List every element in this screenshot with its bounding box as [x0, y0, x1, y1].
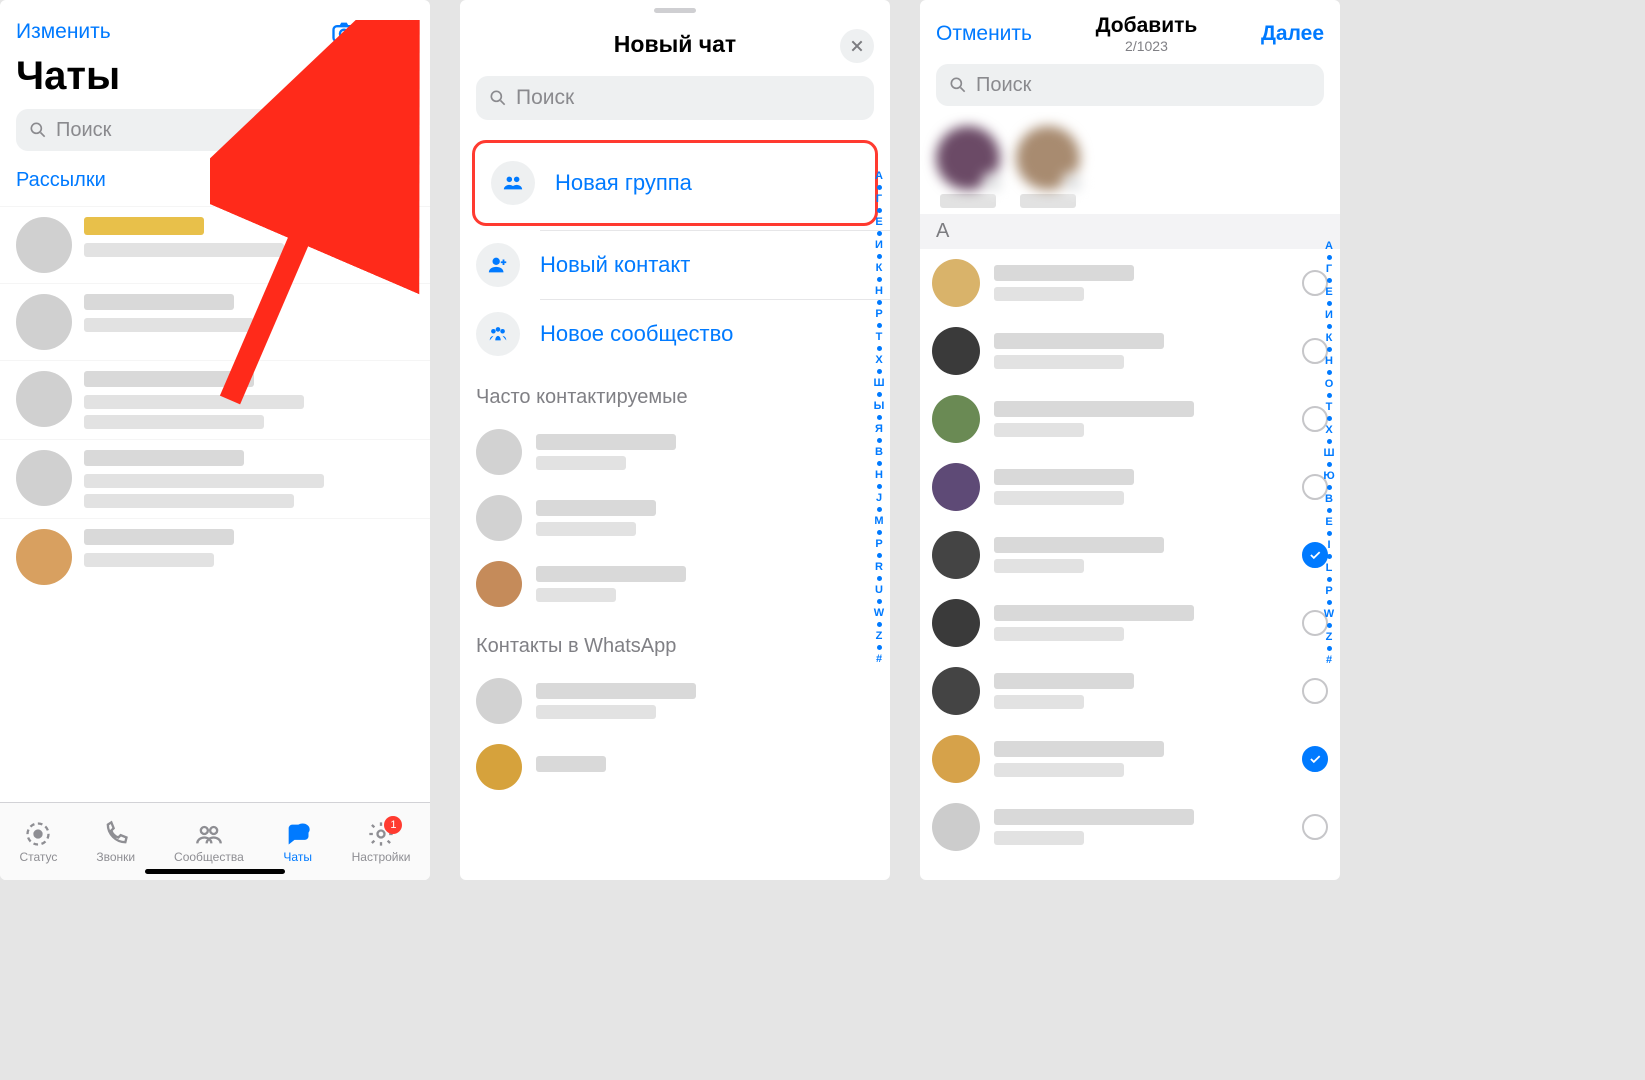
add-contact-icon [476, 243, 520, 287]
section-letter: А [920, 214, 1340, 249]
home-indicator [145, 869, 285, 874]
tab-calls[interactable]: Звонки [96, 820, 135, 864]
tab-communities[interactable]: Сообщества [174, 820, 244, 864]
screen-chats: Изменить Чаты Поиск Рассылки Новая групп… [0, 0, 430, 880]
contact-pick-row[interactable] [920, 521, 1340, 589]
close-button[interactable] [840, 29, 874, 63]
sheet-title: Новый чат [614, 31, 736, 57]
contact-pick-row[interactable] [920, 589, 1340, 657]
filter-icon[interactable] [392, 119, 414, 141]
avatar [932, 531, 980, 579]
avatar [932, 803, 980, 851]
contact-row[interactable] [460, 419, 890, 485]
camera-icon[interactable] [330, 18, 358, 46]
avatar [932, 599, 980, 647]
contact-row[interactable] [460, 734, 890, 800]
avatar [932, 259, 980, 307]
avatar [16, 217, 72, 273]
broadcasts-link[interactable]: Рассылки [16, 169, 106, 192]
avatar [932, 735, 980, 783]
tab-settings[interactable]: 1 Настройки [352, 820, 411, 864]
community-icon [476, 312, 520, 356]
sheet-title: Добавить [1096, 14, 1198, 38]
edit-button[interactable]: Изменить [16, 20, 111, 44]
section-contacts: Контакты в WhatsApp [460, 617, 890, 668]
avatar [932, 667, 980, 715]
settings-badge: 1 [384, 816, 402, 834]
screen-add-participants: Отменить Добавить 2/1023 Далее Поиск А [920, 0, 1340, 880]
contact-row[interactable] [460, 668, 890, 734]
option-new-community[interactable]: Новое сообщество [460, 300, 890, 368]
new-group-link[interactable]: Новая группа [290, 169, 414, 192]
avatar [16, 529, 72, 585]
next-button[interactable]: Далее [1261, 22, 1324, 46]
contact-pick-row[interactable] [920, 725, 1340, 793]
avatar [16, 450, 72, 506]
contact-pick-row[interactable] [920, 657, 1340, 725]
close-icon [849, 38, 865, 54]
chat-row[interactable] [0, 206, 430, 283]
chat-row[interactable] [0, 283, 430, 360]
selected-chip[interactable] [936, 126, 1000, 208]
search-input[interactable]: Поиск [476, 76, 874, 120]
compose-icon[interactable] [386, 18, 414, 46]
chat-row[interactable] [0, 360, 430, 439]
screen-new-chat: Новый чат Поиск Новая группа Новый конта… [460, 0, 890, 880]
avatar [16, 371, 72, 427]
page-title: Чаты [0, 54, 430, 109]
contact-row[interactable] [460, 485, 890, 551]
contact-pick-row[interactable] [920, 249, 1340, 317]
tab-chats[interactable]: Чаты [283, 820, 313, 864]
remove-chip-icon[interactable] [982, 172, 1004, 194]
contact-row[interactable] [460, 551, 890, 617]
contact-pick-row[interactable] [920, 453, 1340, 521]
contact-pick-row[interactable] [920, 385, 1340, 453]
cancel-button[interactable]: Отменить [936, 22, 1032, 46]
avatar [932, 327, 980, 375]
tab-status[interactable]: Статус [19, 820, 57, 864]
avatar [932, 395, 980, 443]
contact-pick-row[interactable] [920, 317, 1340, 385]
selection-counter: 2/1023 [1096, 38, 1198, 54]
selected-chips-row [920, 116, 1340, 214]
sheet-grabber[interactable] [654, 8, 696, 13]
option-new-contact[interactable]: Новый контакт [460, 231, 890, 299]
search-icon [948, 75, 968, 95]
search-icon [488, 88, 508, 108]
section-frequent: Часто контактируемые [460, 368, 890, 419]
remove-chip-icon[interactable] [1062, 172, 1084, 194]
selected-chip[interactable] [1016, 126, 1080, 208]
avatar [16, 294, 72, 350]
highlighted-option: Новая группа [472, 140, 878, 226]
search-input[interactable]: Поиск [16, 109, 380, 151]
contact-pick-row[interactable] [920, 793, 1340, 861]
avatar [932, 463, 980, 511]
search-input[interactable]: Поиск [936, 64, 1324, 106]
search-icon [28, 120, 48, 140]
chat-row[interactable] [0, 518, 430, 595]
option-new-group[interactable]: Новая группа [475, 149, 875, 217]
alpha-index[interactable]: АГЕИКНОТХШЮВЕІLPWZ# [1320, 240, 1338, 864]
group-icon [491, 161, 535, 205]
chat-row[interactable] [0, 439, 430, 518]
alpha-index[interactable]: АГЕИКНРТХШЫЯВНJMPRUWZ# [870, 170, 888, 864]
